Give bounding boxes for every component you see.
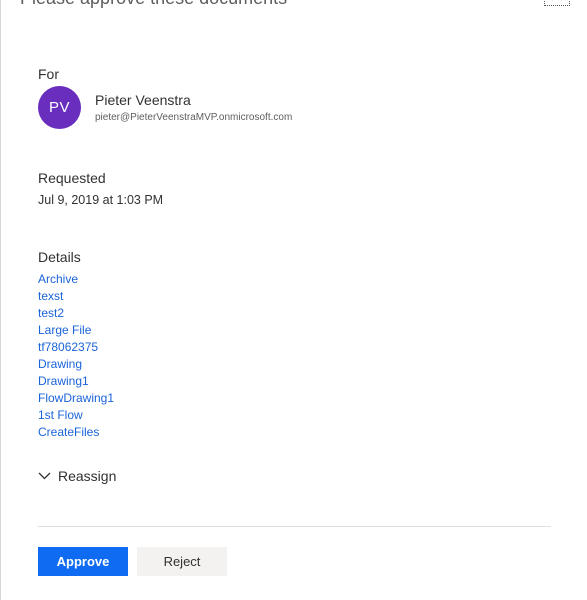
for-label: For bbox=[38, 66, 59, 82]
document-link-texst[interactable]: texst bbox=[38, 289, 63, 303]
person-name: Pieter Veenstra bbox=[95, 92, 191, 108]
list-item: Drawing1 bbox=[38, 373, 114, 390]
avatar-initials: PV bbox=[48, 99, 70, 116]
list-item: tf78062375 bbox=[38, 339, 114, 356]
reject-button[interactable]: Reject bbox=[137, 547, 227, 576]
avatar: PV bbox=[38, 86, 81, 129]
reassign-toggle[interactable]: Reassign bbox=[38, 468, 116, 484]
close-icon bbox=[552, 0, 562, 1]
requested-label: Requested bbox=[38, 170, 106, 186]
list-item: Archive bbox=[38, 271, 114, 288]
list-item: Drawing bbox=[38, 356, 114, 373]
document-link-createfiles[interactable]: CreateFiles bbox=[38, 425, 99, 439]
document-link-drawing[interactable]: Drawing bbox=[38, 357, 82, 371]
document-link-tf78062375[interactable]: tf78062375 bbox=[38, 340, 98, 354]
list-item: FlowDrawing1 bbox=[38, 390, 114, 407]
approve-button[interactable]: Approve bbox=[38, 547, 128, 576]
details-label: Details bbox=[38, 249, 81, 265]
document-link-archive[interactable]: Archive bbox=[38, 272, 78, 286]
list-item: 1st Flow bbox=[38, 407, 114, 424]
close-button[interactable] bbox=[544, 0, 570, 6]
document-link-flowdrawing1[interactable]: FlowDrawing1 bbox=[38, 391, 114, 405]
list-item: Large File bbox=[38, 322, 114, 339]
document-link-large-file[interactable]: Large File bbox=[38, 323, 91, 337]
person-email: pieter@PieterVeenstraMVP.onmicrosoft.com bbox=[95, 112, 293, 123]
reassign-label: Reassign bbox=[58, 468, 117, 484]
details-list: Archive texst test2 Large File tf7806237… bbox=[38, 271, 114, 441]
list-item: CreateFiles bbox=[38, 424, 114, 441]
list-item: test2 bbox=[38, 305, 114, 322]
list-item: texst bbox=[38, 288, 114, 305]
document-link-drawing1[interactable]: Drawing1 bbox=[38, 374, 89, 388]
divider bbox=[38, 526, 551, 527]
approval-panel: Please approve these documents For PV Pi… bbox=[0, 0, 587, 600]
document-link-test2[interactable]: test2 bbox=[38, 306, 64, 320]
document-link-1st-flow[interactable]: 1st Flow bbox=[38, 408, 83, 422]
chevron-down-icon bbox=[38, 472, 51, 480]
requested-date: Jul 9, 2019 at 1:03 PM bbox=[38, 193, 164, 207]
panel-title: Please approve these documents bbox=[20, 0, 287, 9]
